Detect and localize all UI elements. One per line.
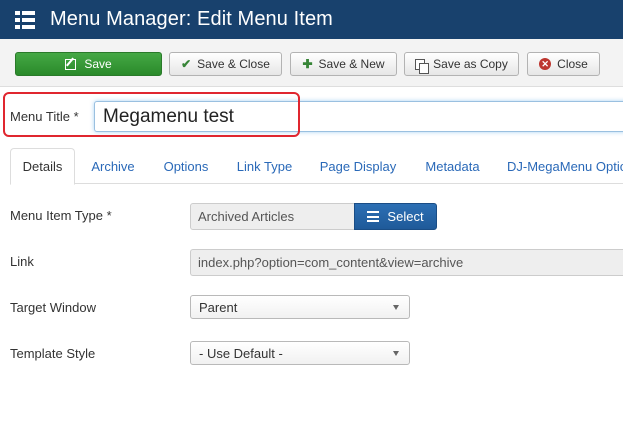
- close-icon: ✕: [539, 58, 552, 70]
- tab-archive[interactable]: Archive: [77, 148, 149, 184]
- template-style-value: - Use Default -: [199, 345, 283, 361]
- link-field: index.php?option=com_content&view=archiv…: [190, 249, 623, 276]
- close-label: Close: [557, 57, 588, 71]
- select-button-label: Select: [387, 209, 424, 224]
- template-style-select[interactable]: - Use Default -: [190, 341, 410, 365]
- caret-down-icon: [393, 305, 399, 310]
- close-button[interactable]: ✕ Close: [527, 52, 600, 76]
- toolbar: Save ✔ Save & Close ✚ Save & New Save as…: [0, 39, 623, 87]
- page-title: Menu Manager: Edit Menu Item: [50, 8, 333, 30]
- save-new-label: Save & New: [318, 57, 385, 71]
- tab-options[interactable]: Options: [151, 148, 221, 184]
- template-style-label: Template Style: [10, 346, 96, 361]
- plus-icon: ✚: [302, 57, 313, 71]
- list-icon: [367, 211, 380, 222]
- check-icon: ✔: [181, 57, 192, 71]
- tab-metadata[interactable]: Metadata: [410, 148, 495, 184]
- caret-down-icon: [393, 351, 399, 356]
- tab-bar: Details Archive Options Link Type Page D…: [10, 148, 623, 185]
- menu-item-type-field: Archived Articles: [190, 203, 355, 230]
- save-as-copy-label: Save as Copy: [433, 57, 508, 71]
- page-header: Menu Manager: Edit Menu Item: [0, 0, 623, 39]
- menu-item-type-label: Menu Item Type *: [10, 208, 112, 223]
- save-close-button[interactable]: ✔ Save & Close: [169, 52, 282, 76]
- tab-link-type[interactable]: Link Type: [223, 148, 306, 184]
- save-as-copy-button[interactable]: Save as Copy: [404, 52, 519, 76]
- save-new-button[interactable]: ✚ Save & New: [290, 52, 397, 76]
- menu-title-label: Menu Title *: [10, 109, 79, 124]
- save-button-label: Save: [84, 57, 112, 71]
- tab-dj-megamenu-options[interactable]: DJ-MegaMenu Options: [497, 148, 623, 184]
- tab-page-display[interactable]: Page Display: [308, 148, 408, 184]
- copy-icon: [415, 58, 430, 74]
- target-window-select[interactable]: Parent: [190, 295, 410, 319]
- save-button[interactable]: Save: [15, 52, 162, 76]
- save-close-label: Save & Close: [197, 57, 270, 71]
- edit-icon: [65, 58, 77, 70]
- menu-title-input[interactable]: [94, 101, 623, 132]
- link-label: Link: [10, 254, 34, 269]
- target-window-label: Target Window: [10, 300, 96, 315]
- target-window-value: Parent: [199, 299, 238, 315]
- select-button[interactable]: Select: [354, 203, 437, 230]
- tab-details[interactable]: Details: [10, 148, 75, 185]
- hamburger-menu-icon[interactable]: [15, 10, 35, 29]
